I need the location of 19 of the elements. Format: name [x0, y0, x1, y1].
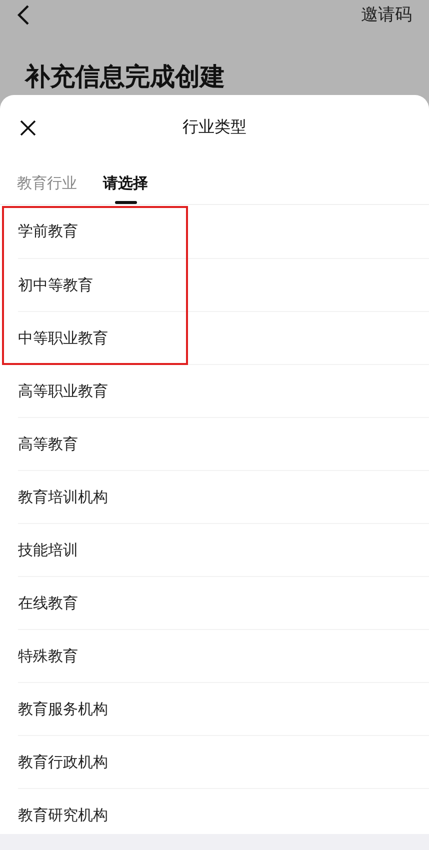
industry-option[interactable]: 高等职业教育 [18, 380, 108, 402]
tab[interactable]: 教育行业 [17, 172, 77, 204]
industry-option[interactable]: 初中等教育 [18, 274, 93, 296]
sheet-title: 行业类型 [182, 116, 246, 138]
invite-code-link[interactable]: 邀请码 [361, 3, 412, 28]
industry-option[interactable]: 中等职业教育 [18, 326, 108, 350]
tab[interactable]: 请选择 [103, 172, 148, 204]
page-title: 补充信息完成创建 [25, 64, 225, 89]
close-icon[interactable] [20, 120, 36, 136]
industry-option[interactable]: 教育研究机构 [18, 804, 108, 826]
industry-option[interactable]: 技能培训 [18, 538, 78, 562]
industry-option[interactable]: 特殊教育 [18, 644, 78, 668]
industry-option[interactable]: 教育服务机构 [18, 698, 108, 720]
industry-option[interactable]: 学前教育 [18, 220, 78, 243]
industry-option[interactable]: 高等教育 [18, 432, 78, 456]
industry-option[interactable]: 教育培训机构 [18, 486, 108, 508]
back-icon[interactable] [16, 4, 30, 26]
industry-option[interactable]: 教育行政机构 [18, 750, 108, 774]
industry-option[interactable]: 在线教育 [18, 592, 78, 614]
